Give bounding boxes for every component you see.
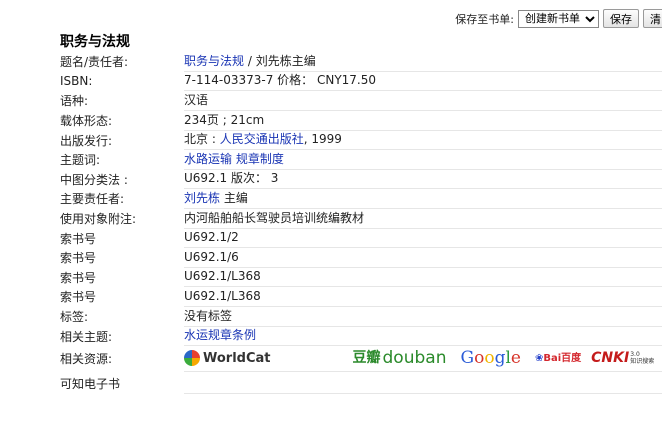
detail-text: U692.1/L368	[184, 269, 261, 284]
save-toolbar: 保存至书单: 创建新书单 保存 清	[455, 9, 662, 28]
detail-link[interactable]: 刘先栋	[184, 191, 220, 205]
detail-label: 主要责任者:	[60, 192, 125, 207]
detail-label: 索书号	[60, 270, 97, 285]
save-to-list-label: 保存至书单:	[455, 12, 514, 26]
cnki-subtitle: 知识搜索	[630, 358, 655, 366]
book-title: 职务与法规	[60, 34, 130, 50]
book-details-table: 题名/责任者: 职务与法规 / 刘先栋主编 ISBN: 7-114-03373-7 价…	[60, 52, 662, 396]
worldcat-label: WorldCat	[203, 350, 271, 366]
detail-text: 234页 ; 21cm	[184, 112, 265, 127]
detail-row-resources: 相关资源: WorldCat 豆瓣 douban Go o g l e ❀ Bai百度 CNKI 3.0…	[60, 346, 662, 372]
detail-label: 中图分类法 :	[60, 172, 128, 187]
detail-label: 相关主题:	[60, 329, 113, 344]
detail-value: 职务与法规 / 刘先栋主编	[184, 52, 662, 72]
google-letter: o	[484, 347, 495, 368]
douban-en-label: douban	[382, 347, 447, 368]
google-link[interactable]: Google	[460, 346, 520, 371]
detail-row-audience: 使用对象附注: 内河船舶船长驾驶员培训统编教材	[60, 209, 662, 229]
detail-row-subjects: 主题词: 水路运输 规章制度	[60, 150, 662, 170]
detail-text: 没有标签	[184, 308, 233, 323]
detail-value: 内河船舶船长驾驶员培训统编教材	[184, 209, 662, 229]
douban-cn-label: 豆瓣	[352, 349, 381, 366]
detail-row-physical: 载体形态: 234页 ; 21cm	[60, 111, 662, 131]
google-letter: e	[510, 347, 521, 368]
ebook-label: 可知电子书	[60, 377, 121, 392]
detail-text: / 刘先栋主编	[244, 53, 316, 68]
ebook-value	[184, 374, 662, 394]
book-list-select[interactable]: 创建新书单	[518, 9, 599, 28]
detail-value: 水运规章条例	[184, 326, 662, 347]
detail-row-title: 题名/责任者: 职务与法规 / 刘先栋主编	[60, 52, 662, 72]
detail-link[interactable]: 水运规章条例	[184, 328, 256, 342]
detail-text: 7-114-03373-7 价格： CNY17.50	[184, 73, 377, 88]
detail-row-isbn: ISBN: 7-114-03373-7 价格： CNY17.50	[60, 72, 662, 92]
detail-label: 索书号	[60, 290, 97, 305]
detail-row-ebook: 可知电子书	[60, 372, 662, 396]
save-button[interactable]: 保存	[603, 9, 639, 28]
detail-row-publisher: 出版发行: 北京 : 人民交通出版社, 1999	[60, 130, 662, 151]
worldcat-icon	[184, 350, 200, 367]
detail-text: 内河船舶船长驾驶员培训统编教材	[184, 210, 365, 225]
detail-link[interactable]: 职务与法规	[184, 54, 244, 68]
detail-label: 载体形态:	[60, 114, 113, 129]
worldcat-link[interactable]: WorldCat	[184, 346, 271, 371]
detail-row-callno1: 索书号 U692.1/2	[60, 228, 662, 249]
detail-label: 题名/责任者:	[60, 55, 129, 70]
detail-value: U692.1 版次： 3	[184, 169, 662, 190]
detail-text: 北京 :	[184, 132, 220, 147]
detail-value: 北京 : 人民交通出版社, 1999	[184, 130, 662, 151]
detail-link[interactable]: 水路运输	[184, 152, 232, 166]
detail-text: U692.1/L368	[184, 288, 261, 303]
douban-link[interactable]: 豆瓣 douban	[353, 346, 447, 371]
detail-text: 主编	[220, 190, 248, 205]
detail-value: U692.1/2	[184, 228, 662, 249]
detail-row-author: 主要责任者: 刘先栋 主编	[60, 189, 662, 209]
detail-label: 相关资源:	[60, 352, 113, 367]
detail-row-related_subject: 相关主题: 水运规章条例	[60, 326, 662, 347]
detail-text: U692.1/2	[184, 230, 239, 245]
detail-text: , 1999	[303, 132, 342, 147]
detail-label: 索书号	[60, 251, 97, 266]
detail-value: 刘先栋 主编	[184, 189, 662, 209]
detail-label: 主题词:	[60, 153, 101, 168]
cnki-label: CNKI	[591, 349, 630, 366]
detail-row-tags: 标签: 没有标签	[60, 307, 662, 327]
detail-value: U692.1/L368	[184, 267, 662, 288]
detail-link[interactable]: 规章制度	[236, 152, 284, 166]
baidu-link[interactable]: ❀ Bai百度	[535, 346, 581, 371]
cnki-link[interactable]: CNKI 3.0 知识搜索	[591, 346, 654, 371]
cut-button[interactable]: 清	[643, 9, 662, 28]
detail-text: U692.1/6	[184, 249, 239, 264]
detail-label: ISBN:	[60, 74, 93, 89]
detail-label: 使用对象附注:	[60, 212, 137, 227]
detail-value: 234页 ; 21cm	[184, 111, 662, 131]
detail-row-callno3: 索书号 U692.1/L368	[60, 268, 662, 288]
detail-value: 没有标签	[184, 307, 662, 327]
google-letter: g	[494, 347, 506, 368]
detail-row-callno2: 索书号 U692.1/6	[60, 248, 662, 268]
detail-label: 语种:	[60, 94, 89, 109]
detail-label: 索书号	[60, 231, 97, 246]
detail-value: 汉语	[184, 91, 662, 111]
detail-value: U692.1/6	[184, 248, 662, 268]
detail-text: 汉语	[184, 92, 209, 107]
baidu-paw-icon: ❀	[534, 352, 544, 364]
detail-value: U692.1/L368	[184, 287, 662, 307]
baidu-label: Bai百度	[543, 352, 582, 364]
detail-row-clc: 中图分类法 : U692.1 版次： 3	[60, 170, 662, 190]
detail-link[interactable]: 人民交通出版社	[220, 132, 304, 146]
detail-label: 标签:	[60, 310, 89, 325]
resource-links: WorldCat 豆瓣 douban Go o g l e ❀ Bai百度 CNKI 3.0 知识搜索	[184, 346, 662, 372]
detail-value: 水路运输 规章制度	[184, 150, 662, 170]
google-letter: o	[474, 347, 485, 368]
detail-text: U692.1 版次： 3	[184, 171, 279, 186]
detail-row-callno4: 索书号 U692.1/L368	[60, 287, 662, 307]
google-letter: G	[460, 347, 475, 368]
detail-label: 出版发行:	[60, 133, 113, 148]
detail-row-language: 语种: 汉语	[60, 91, 662, 111]
detail-value: 7-114-03373-7 价格： CNY17.50	[184, 71, 662, 92]
